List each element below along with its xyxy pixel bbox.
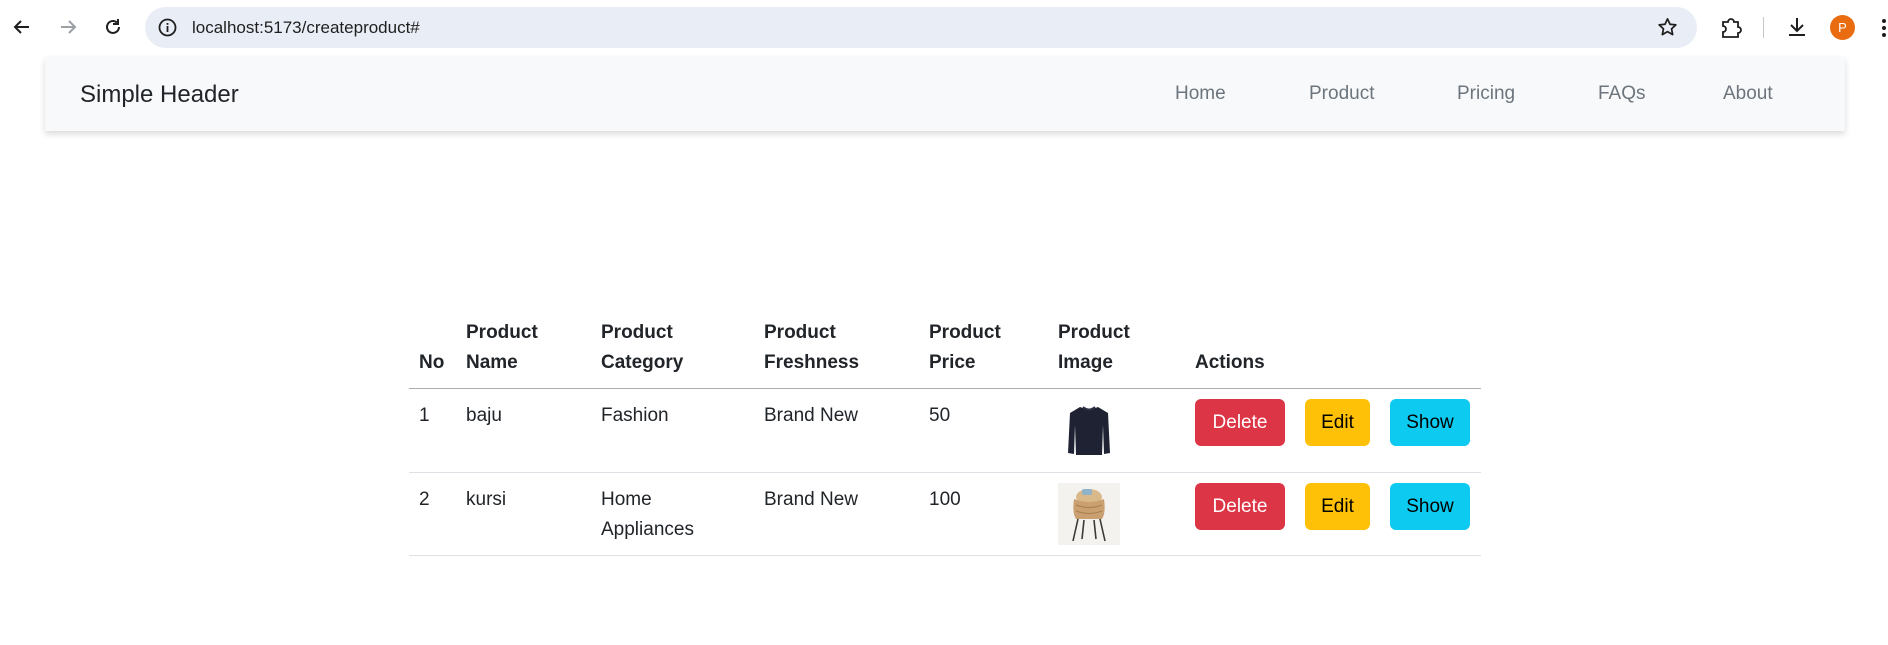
site-info-icon[interactable]: [157, 17, 178, 38]
col-no-header: No: [419, 352, 445, 373]
edit-button[interactable]: Edit: [1305, 483, 1370, 530]
nav-pricing-link[interactable]: Pricing: [1457, 83, 1515, 105]
col-image-header: Product Image: [1058, 322, 1130, 373]
col-price-header: Product Price: [929, 322, 1001, 373]
table-row: 1 baju Fashion Brand New 50 Delete Edit: [409, 389, 1481, 473]
row-category: Fashion: [601, 405, 669, 426]
delete-button[interactable]: Delete: [1195, 399, 1285, 446]
table-header-row: No Product Name Product Category Product…: [409, 318, 1481, 389]
nav-about-link[interactable]: About: [1723, 83, 1773, 105]
show-button[interactable]: Show: [1390, 483, 1470, 530]
row-freshness: Brand New: [764, 405, 858, 426]
row-price: 50: [929, 405, 951, 426]
bookmark-star-icon[interactable]: [1656, 16, 1679, 39]
row-image-cell: [1048, 473, 1185, 556]
row-actions: Delete Edit Show: [1185, 473, 1481, 556]
reload-icon: [106, 19, 120, 34]
forward-button[interactable]: [54, 13, 82, 41]
show-button[interactable]: Show: [1390, 399, 1470, 446]
reload-button[interactable]: [99, 13, 127, 41]
nav-faqs-link[interactable]: FAQs: [1598, 83, 1646, 105]
address-bar[interactable]: localhost:5173/createproduct#: [145, 7, 1697, 48]
profile-avatar[interactable]: P: [1830, 15, 1855, 40]
brand-title[interactable]: Simple Header: [80, 81, 239, 109]
chair-image: [1058, 483, 1120, 545]
forward-arrow-icon: [61, 20, 77, 34]
row-no: 2: [419, 489, 430, 510]
col-name-header: Product Name: [466, 322, 538, 373]
row-price: 100: [929, 489, 961, 510]
download-icon[interactable]: [1784, 14, 1810, 40]
row-category: Home Appliances: [601, 489, 694, 540]
back-arrow-icon: [13, 20, 29, 34]
col-category-header: Product Category: [601, 322, 684, 373]
col-actions-header: Actions: [1195, 352, 1265, 373]
browser-toolbar: localhost:5173/createproduct# P: [0, 0, 1888, 54]
sweater-image: [1058, 399, 1120, 461]
product-table-container: No Product Name Product Category Product…: [409, 318, 1481, 556]
row-freshness: Brand New: [764, 489, 858, 510]
more-menu-icon[interactable]: [1880, 16, 1888, 40]
edit-button[interactable]: Edit: [1305, 399, 1370, 446]
product-table: No Product Name Product Category Product…: [409, 318, 1481, 556]
row-image-cell: [1048, 389, 1185, 473]
row-actions: Delete Edit Show: [1185, 389, 1481, 473]
url-text[interactable]: localhost:5173/createproduct#: [192, 18, 420, 38]
site-header: Simple Header Home Product Pricing FAQs …: [45, 57, 1845, 131]
nav-product-link[interactable]: Product: [1309, 83, 1374, 105]
row-name: baju: [466, 405, 502, 426]
row-name: kursi: [466, 489, 507, 510]
row-no: 1: [419, 405, 430, 426]
back-button[interactable]: [8, 13, 36, 41]
delete-button[interactable]: Delete: [1195, 483, 1285, 530]
extensions-puzzle-icon[interactable]: [1718, 14, 1744, 40]
nav-home-link[interactable]: Home: [1175, 83, 1226, 105]
col-freshness-header: Product Freshness: [764, 322, 860, 373]
table-row: 2 kursi Home Appliances Brand New 100 De…: [409, 473, 1481, 556]
toolbar-divider: [1763, 17, 1764, 38]
